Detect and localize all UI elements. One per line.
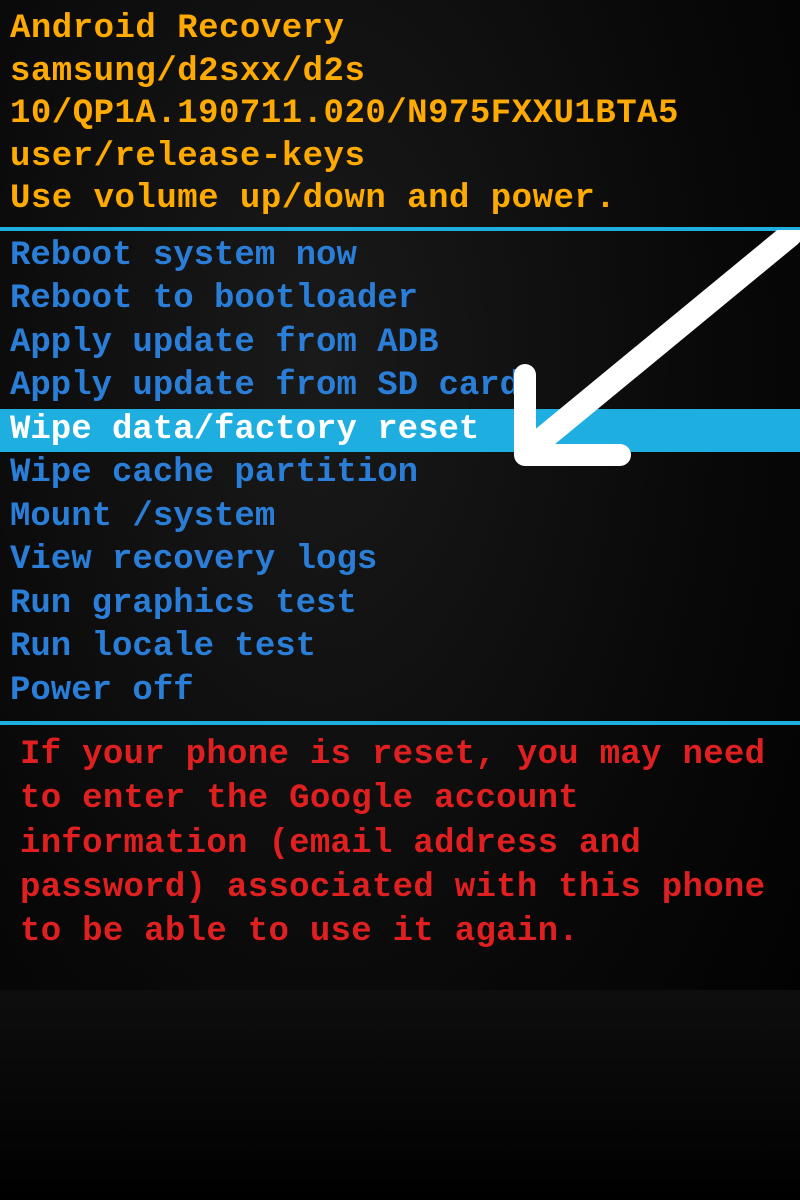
menu-item-reboot-bootloader[interactable]: Reboot to bootloader — [0, 278, 800, 322]
divider-bottom — [0, 721, 800, 725]
page-title: Android Recovery — [10, 8, 790, 51]
menu-item-wipe-cache[interactable]: Wipe cache partition — [0, 452, 800, 496]
menu-item-apply-update-sd[interactable]: Apply update from SD card — [0, 365, 800, 409]
recovery-menu: Reboot system now Reboot to bootloader A… — [0, 233, 800, 716]
navigation-instructions: Use volume up/down and power. — [10, 178, 790, 221]
menu-item-graphics-test[interactable]: Run graphics test — [0, 583, 800, 627]
menu-item-power-off[interactable]: Power off — [0, 670, 800, 714]
menu-item-apply-update-adb[interactable]: Apply update from ADB — [0, 322, 800, 366]
device-info-line-3: user/release-keys — [10, 136, 790, 179]
menu-item-reboot-system[interactable]: Reboot system now — [0, 235, 800, 279]
menu-item-locale-test[interactable]: Run locale test — [0, 626, 800, 670]
screen-bottom-fill — [0, 990, 800, 1200]
menu-item-mount-system[interactable]: Mount /system — [0, 496, 800, 540]
frp-warning-text: If your phone is reset, you may need to … — [0, 727, 800, 954]
recovery-screen: Android Recovery samsung/d2sxx/d2s 10/QP… — [0, 0, 800, 1200]
device-info-line-2: 10/QP1A.190711.020/N975FXXU1BTA5 — [10, 93, 790, 136]
device-info-line-1: samsung/d2sxx/d2s — [10, 51, 790, 94]
menu-item-view-logs[interactable]: View recovery logs — [0, 539, 800, 583]
divider-top — [0, 227, 800, 231]
header-block: Android Recovery samsung/d2sxx/d2s 10/QP… — [0, 8, 800, 221]
menu-item-wipe-data-factory-reset[interactable]: Wipe data/factory reset — [0, 409, 800, 453]
